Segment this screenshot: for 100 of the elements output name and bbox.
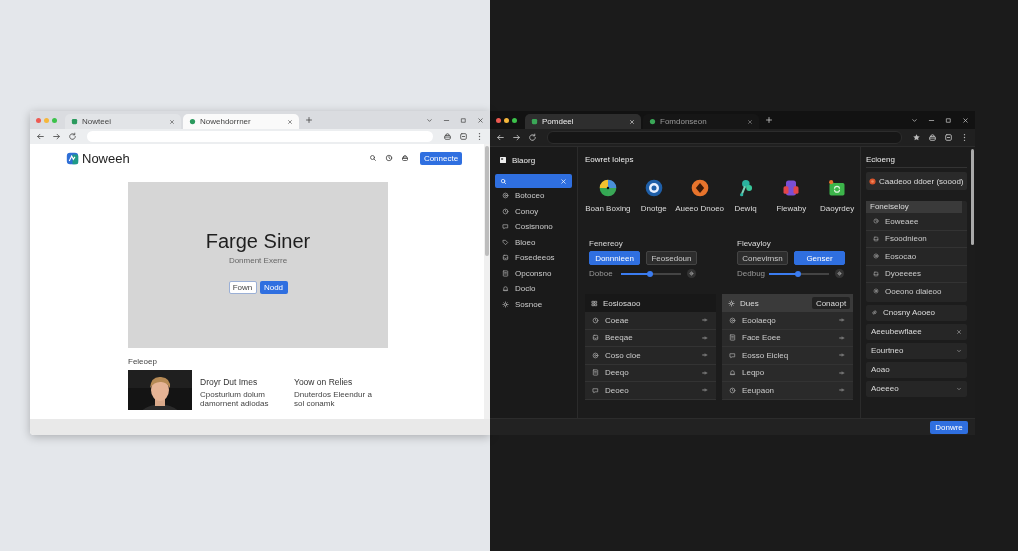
app-tile[interactable]: Boan Boxing [585, 178, 631, 213]
window-zoom-control[interactable] [512, 117, 517, 123]
search-field[interactable] [495, 174, 572, 188]
app-tile[interactable]: Flewaby [768, 178, 815, 213]
toggle-button[interactable]: Feosedoun [646, 251, 697, 265]
list-row[interactable]: Eeupaon [722, 382, 853, 400]
slider-thumb[interactable] [795, 270, 802, 277]
maximize-icon[interactable] [460, 116, 467, 124]
list-row[interactable]: Beeqae [585, 329, 716, 347]
inbox-icon [502, 254, 509, 262]
clock-icon [729, 386, 736, 394]
list-row[interactable]: Aoao [866, 361, 967, 378]
app-logo-icon [499, 156, 507, 164]
circle-icon [592, 351, 599, 359]
chat-icon [502, 223, 509, 231]
list-title: Eosiosaoo [603, 298, 641, 308]
back-icon[interactable] [36, 132, 45, 141]
list-row[interactable]: Deeqo [585, 364, 716, 382]
browser-tab[interactable]: Pomdeel [525, 114, 641, 129]
link-row[interactable]: Cnosny Aooeo [866, 304, 967, 321]
list-row[interactable]: Eoolaeqo [722, 312, 853, 330]
menu-item[interactable]: Eosocao [866, 248, 967, 266]
browser-tab[interactable]: Nowteei [65, 114, 181, 129]
settings-button[interactable] [687, 269, 696, 278]
menu-item[interactable]: Eoweaee [866, 213, 967, 231]
clock-icon[interactable] [385, 154, 393, 162]
sidebar-item[interactable]: Doclo [495, 281, 572, 297]
settings-button[interactable] [835, 269, 844, 278]
close-icon[interactable] [956, 328, 962, 335]
window-minimize-control[interactable] [504, 117, 509, 123]
toggle-button[interactable]: Genser [794, 251, 845, 265]
filter-chip[interactable]: Aeeubewflaee [866, 323, 967, 340]
browser-tab[interactable]: Nowehdorrner [183, 114, 299, 129]
header-button[interactable]: Connecte [420, 151, 462, 165]
bag-icon[interactable] [928, 133, 937, 142]
list-row[interactable]: Leqpo [722, 364, 853, 382]
chevron-down-icon [956, 347, 962, 354]
sidebar-item[interactable]: Fosedeeos [495, 250, 572, 266]
search-icon[interactable] [369, 154, 377, 162]
forward-icon[interactable] [512, 133, 521, 142]
toggle-button[interactable]: Conevirnsn [737, 251, 788, 265]
extension-icon[interactable] [944, 133, 953, 142]
list-row[interactable]: Coso cloe [585, 347, 716, 365]
back-icon[interactable] [496, 133, 505, 142]
primary-button[interactable]: Donwre [930, 420, 968, 434]
dropdown[interactable]: Aoeeeo [866, 380, 967, 397]
pie-chart-icon [597, 178, 618, 198]
globe-icon [649, 118, 656, 125]
bell-icon [729, 369, 736, 377]
reload-icon[interactable] [528, 133, 537, 142]
bag-icon[interactable] [401, 154, 409, 162]
grid-icon [591, 299, 598, 307]
window-close-control[interactable] [36, 117, 41, 123]
circle-icon [729, 316, 736, 324]
bag-icon[interactable] [443, 132, 452, 141]
link-icon [871, 309, 878, 316]
browser-tab[interactable]: Fomdonseon [643, 114, 759, 129]
sidebar-item[interactable]: Bloeo [495, 234, 572, 250]
menu-item[interactable]: Fsoodnieon [866, 230, 967, 248]
list-row[interactable]: Eosso Eicleq [722, 347, 853, 365]
slider-thumb[interactable] [647, 270, 654, 277]
toggle-button[interactable]: Donnnieen [589, 251, 640, 265]
chevron-down-icon[interactable] [911, 116, 918, 124]
menu-item[interactable]: Dyoeeees [866, 265, 967, 283]
list-row[interactable]: Deoeo [585, 382, 716, 400]
app-tile[interactable]: Aueeo Dnoeo [676, 178, 723, 213]
close-icon[interactable] [287, 118, 293, 125]
sidebar-item[interactable]: Opconsno [495, 265, 572, 281]
gear-icon [728, 299, 735, 307]
scrollbar[interactable] [484, 144, 490, 419]
sidebar-item[interactable]: Cosisnono [495, 219, 572, 235]
close-icon[interactable] [169, 118, 175, 125]
page-icon [71, 118, 78, 125]
star-icon[interactable] [912, 133, 921, 142]
window-close-control[interactable] [496, 117, 501, 123]
menu-item[interactable]: Ooeono dlaieoo [866, 283, 967, 300]
close-icon[interactable] [477, 116, 484, 124]
list-row[interactable]: Face Eoee [722, 329, 853, 347]
clear-icon[interactable] [560, 177, 567, 185]
extension-icon[interactable] [459, 132, 468, 141]
slider-label: Dedbug [737, 269, 765, 278]
brand-name: Noweeh [82, 150, 130, 166]
list-row[interactable]: Coeae [585, 312, 716, 330]
sidebar-item[interactable]: Sosnoe [495, 296, 572, 312]
reload-icon[interactable] [68, 132, 77, 141]
forward-icon[interactable] [52, 132, 61, 141]
hero-button[interactable]: Nodd [259, 281, 288, 294]
new-tab-icon[interactable] [305, 116, 313, 124]
sidebar-item[interactable]: Conoy [495, 203, 572, 219]
header-button[interactable]: Conaopt [812, 297, 850, 309]
app-tile[interactable]: Daoyrdey [814, 178, 860, 213]
slider-label: Doboe [589, 269, 614, 278]
hero-button[interactable]: Fown [228, 281, 257, 294]
profile-card[interactable]: Caadeoo ddoer (soood) [866, 172, 967, 190]
section-title: Eowret Ioleps [585, 154, 635, 166]
sidebar-item[interactable]: Botoceo [495, 188, 572, 204]
dropdown[interactable]: Eourtneo [866, 342, 967, 359]
hero-title: Farge Siner [205, 230, 311, 253]
chevron-down-icon[interactable] [426, 116, 433, 124]
close-icon[interactable] [747, 118, 753, 125]
